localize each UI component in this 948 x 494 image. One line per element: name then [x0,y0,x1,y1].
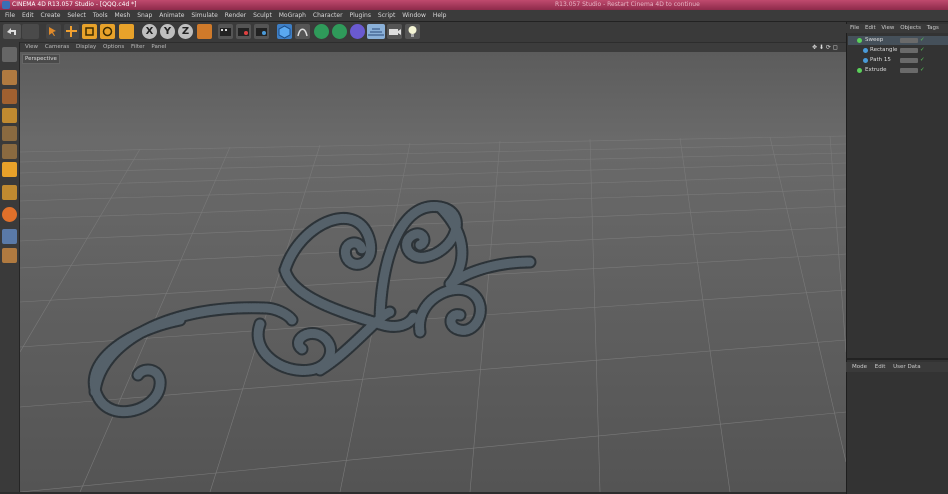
am-menu-mode[interactable]: Mode [852,362,867,372]
title-bar: CINEMA 4D R13.057 Studio - [QQQ.c4d *] R… [0,0,948,10]
x-axis-icon[interactable]: X [142,24,157,39]
scene-icon[interactable] [367,24,385,39]
enabled-check-icon[interactable]: ✓ [920,36,925,45]
object-row-sweep[interactable]: Sweep ✓ [848,36,948,45]
nurbs-icon[interactable] [314,24,329,39]
menu-mograph[interactable]: MoGraph [279,10,306,21]
redo-icon[interactable] [22,24,39,39]
make-editable-icon[interactable] [2,47,17,62]
cinema4d-logo-icon [2,1,10,9]
render-picture-viewer-icon[interactable] [236,24,251,39]
om-menu-file[interactable]: File [850,24,859,33]
move-icon[interactable] [64,24,79,39]
menu-render[interactable]: Render [225,10,246,21]
attribute-manager-menu: Mode Edit User Data [846,362,948,372]
object-manager-menu: File Edit View Objects Tags [846,24,948,33]
sweep-nurbs-icon [857,38,862,43]
spline-icon [863,58,868,63]
last-tool-icon[interactable] [119,24,134,39]
visibility-flags[interactable] [900,68,918,73]
deformer-icon[interactable] [350,24,365,39]
menu-file[interactable]: File [5,10,15,21]
tweak-mode-icon[interactable] [2,207,17,222]
enabled-check-icon[interactable]: ✓ [920,46,925,55]
om-menu-objects[interactable]: Objects [900,24,921,33]
viewport-menu-display[interactable]: Display [76,43,96,52]
menu-edit[interactable]: Edit [22,10,34,21]
select-icon[interactable] [46,24,61,39]
viewport-navigation[interactable]: ✥ ⬇ ⟳ ◻ [812,44,838,51]
object-name: Path 15 [870,57,891,63]
object-name: Extrude [865,67,887,73]
viewport-menu-bar: View Cameras Display Options Filter Pane… [20,43,846,52]
am-menu-edit[interactable]: Edit [875,362,886,372]
menu-character[interactable]: Character [313,10,343,21]
visibility-flags[interactable] [900,48,918,53]
solo-icon[interactable] [2,248,17,263]
array-icon[interactable] [332,24,347,39]
world-coordinates-icon[interactable] [197,24,212,39]
render-view-icon[interactable] [218,24,233,39]
om-menu-tags[interactable]: Tags [927,24,939,33]
mode-toolbar [0,42,20,492]
workplane-icon[interactable] [2,108,17,123]
am-menu-user-data[interactable]: User Data [893,362,920,372]
render-settings-icon[interactable] [254,24,269,39]
camera-icon[interactable] [387,24,402,39]
axis-mode-icon[interactable] [2,185,17,200]
enabled-check-icon[interactable]: ✓ [920,66,925,75]
viewport-menu-filter[interactable]: Filter [131,43,145,52]
pen-icon[interactable] [295,24,310,39]
viewport-menu-cameras[interactable]: Cameras [45,43,69,52]
enabled-check-icon[interactable]: ✓ [920,56,925,65]
menu-select[interactable]: Select [67,10,86,21]
perspective-viewport[interactable] [20,52,846,492]
menu-create[interactable]: Create [41,10,61,21]
model-mode-icon[interactable] [2,70,17,85]
y-axis-icon[interactable]: Y [160,24,175,39]
visibility-flags[interactable] [900,58,918,63]
window-title-secondary: R13.057 Studio - Restart Cinema 4D to co… [555,1,700,8]
object-row-extrude[interactable]: Extrude ✓ [848,66,948,75]
window-title: CINEMA 4D R13.057 Studio - [QQQ.c4d *] [12,1,137,8]
object-name: Sweep [865,37,884,43]
menu-animate[interactable]: Animate [159,10,184,21]
menu-script[interactable]: Script [378,10,395,21]
light-icon[interactable] [405,24,420,39]
undo-icon[interactable] [3,24,21,39]
z-axis-icon[interactable]: Z [178,24,193,39]
menu-plugins[interactable]: Plugins [349,10,371,21]
menu-snap[interactable]: Snap [137,10,152,21]
snap-icon[interactable] [2,229,17,244]
viewport-menu-view[interactable]: View [25,43,38,52]
object-row-rectangle[interactable]: Rectangle ✓ [848,46,948,55]
cube-icon[interactable] [277,24,292,39]
visibility-flags[interactable] [900,38,918,43]
polygons-mode-icon[interactable] [2,162,17,177]
main-toolbar: X Y Z [0,22,846,42]
menu-help[interactable]: Help [433,10,447,21]
om-menu-edit[interactable]: Edit [865,24,876,33]
menu-mesh[interactable]: Mesh [115,10,131,21]
menu-tools[interactable]: Tools [93,10,108,21]
om-menu-view[interactable]: View [881,24,894,33]
attribute-manager [846,358,948,494]
menu-sculpt[interactable]: Sculpt [253,10,272,21]
edges-mode-icon[interactable] [2,144,17,159]
main-menu-bar: File Edit Create Select Tools Mesh Snap … [0,10,948,22]
extrude-nurbs-icon [857,68,862,73]
spline-icon [863,48,868,53]
texture-mode-icon[interactable] [2,89,17,104]
points-mode-icon[interactable] [2,126,17,141]
viewport-menu-options[interactable]: Options [103,43,124,52]
object-name: Rectangle [870,47,898,53]
scale-icon[interactable] [82,24,97,39]
viewport-camera-label: Perspective [22,54,60,64]
menu-window[interactable]: Window [402,10,426,21]
menu-simulate[interactable]: Simulate [191,10,218,21]
viewport-menu-panel[interactable]: Panel [151,43,166,52]
viewport-canvas [20,52,846,492]
rotate-icon[interactable] [100,24,115,39]
object-row-path[interactable]: Path 15 ✓ [848,56,948,65]
